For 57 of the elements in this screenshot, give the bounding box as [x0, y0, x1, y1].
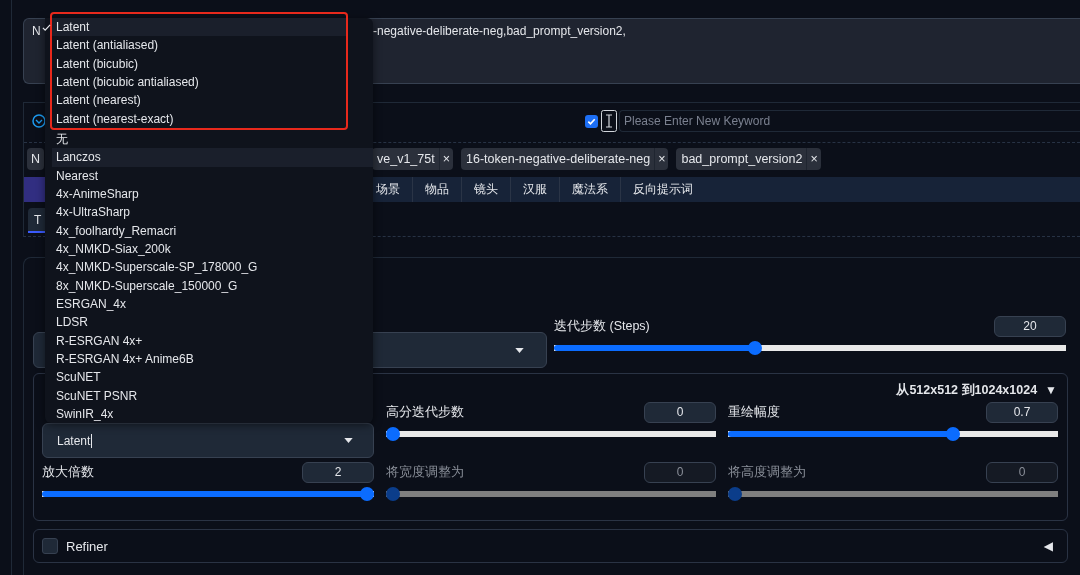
text-cursor-icon[interactable]: [601, 110, 617, 132]
value-field[interactable]: 20: [994, 315, 1066, 337]
tag[interactable]: ve_v1_75t ×: [372, 148, 453, 170]
prompt-text: N: [31, 24, 41, 38]
dropdown-option[interactable]: 4x_NMKD-Siax_200k: [52, 239, 373, 259]
tab[interactable]: 魔法系: [559, 177, 620, 202]
tab[interactable]: 物品: [412, 177, 461, 202]
keyword-input[interactable]: Please Enter New Keyword: [619, 110, 1080, 132]
tab[interactable]: 镜头: [461, 177, 510, 202]
checkbox[interactable]: [585, 114, 598, 128]
dropdown-option[interactable]: R-ESRGAN 4x+: [52, 331, 373, 350]
dropdown-option[interactable]: 4x-UltraSharp: [52, 203, 373, 222]
collapse-icon[interactable]: [32, 114, 46, 128]
dropdown-option[interactable]: SwinIR_4x: [52, 404, 373, 424]
tag[interactable]: bad_prompt_version2 ×: [676, 148, 821, 170]
tab[interactable]: T: [28, 208, 46, 233]
dropdown-option[interactable]: 无: [52, 129, 373, 149]
hires-summary[interactable]: 从512x512 到1024x1024: [896, 381, 1038, 399]
upscaler-select[interactable]: Latent: [42, 423, 374, 458]
dropdown-option[interactable]: 4x-AnimeSharp: [52, 184, 373, 204]
refiner-label: Refiner: [66, 538, 108, 554]
tab[interactable]: 场景: [374, 177, 412, 202]
slider-label: 将宽度调整为: [386, 463, 464, 481]
slider-label: 重绘幅度: [728, 403, 780, 421]
slider-label: 将高度调整为: [728, 463, 806, 481]
value-field[interactable]: 0.7: [986, 401, 1058, 423]
dropdown-option[interactable]: Nearest: [52, 166, 373, 185]
caret-icon: [344, 438, 353, 443]
dropdown-option[interactable]: 4x_foolhardy_Remacri: [52, 221, 373, 240]
expand-arrow[interactable]: ◀: [1043, 539, 1053, 553]
check-icon: [42, 22, 51, 32]
slider-label: 高分迭代步数: [386, 403, 464, 421]
collapse-arrow[interactable]: ▼: [1045, 383, 1057, 397]
dropdown-option[interactable]: Latent: [52, 18, 346, 37]
tab[interactable]: 汉服: [510, 177, 559, 202]
caret-icon: [515, 347, 524, 353]
dropdown-option[interactable]: Latent (bicubic): [52, 54, 346, 73]
dropdown-option[interactable]: R-ESRGAN 4x+ Anime6B: [52, 349, 373, 369]
dropdown-option[interactable]: 8x_NMKD-Superscale_150000_G: [52, 276, 373, 295]
prompt-text: -negative-deliberate-neg,bad_prompt_version2,: [373, 24, 626, 38]
dropdown-option[interactable]: LDSR: [52, 313, 373, 332]
dropdown-option[interactable]: Latent (nearest-exact): [52, 109, 346, 128]
dropdown-option[interactable]: Latent (antialiased): [52, 36, 346, 55]
tab[interactable]: 反向提示词: [620, 177, 705, 202]
dropdown-option[interactable]: 4x_NMKD-Superscale-SP_178000_G: [52, 258, 373, 277]
value-field[interactable]: 2: [302, 461, 374, 483]
tag[interactable]: 16-token-negative-deliberate-neg ×: [461, 148, 669, 170]
dropdown-option[interactable]: Lanczos: [52, 148, 373, 167]
dropdown-option[interactable]: ScuNET: [52, 368, 373, 387]
checkbox[interactable]: [42, 538, 58, 554]
dropdown-option[interactable]: ESRGAN_4x: [52, 294, 373, 314]
slider-label: 放大倍数: [42, 463, 94, 481]
dropdown-option[interactable]: Latent (nearest): [52, 91, 346, 110]
dropdown-option[interactable]: ScuNET PSNR: [52, 386, 373, 405]
value-field[interactable]: 0: [644, 401, 716, 423]
tag[interactable]: N: [27, 148, 44, 170]
slider-label: 迭代步数 (Steps): [554, 317, 650, 335]
